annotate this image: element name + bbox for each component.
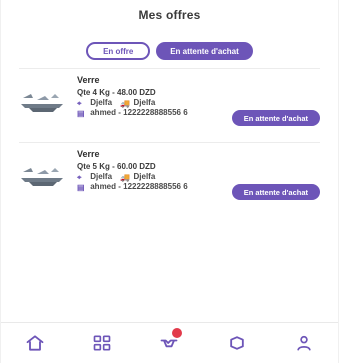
mobile-screen: Mes offres En offre En attente d'achat V… <box>0 0 339 363</box>
nav-home[interactable] <box>20 328 50 358</box>
product-thumbnail <box>19 90 65 114</box>
location-to: Djelfa <box>133 172 156 181</box>
profile-icon <box>297 335 311 351</box>
order-title: Verre <box>77 149 100 159</box>
order-qty-price: Qte 4 Kg - 48.00 DZD <box>77 88 156 97</box>
home-icon <box>26 335 44 351</box>
delivery-truck-icon: 🚚 <box>120 173 131 182</box>
order-card[interactable]: Verre Qte 5 Kg - 60.00 DZD ⌖ Djelfa 🚚 Dj… <box>19 143 320 200</box>
product-thumbnail <box>19 164 65 188</box>
contact-text: ahmed - 1222228888556 6 <box>90 182 188 191</box>
order-status-button[interactable]: En attente d'achat <box>231 110 320 126</box>
order-qty-price: Qte 5 Kg - 60.00 DZD <box>77 162 156 171</box>
order-card[interactable]: Verre Qte 4 Kg - 48.00 DZD ⌖ Djelfa 🚚 Dj… <box>19 69 320 126</box>
bottom-navigation <box>1 322 338 363</box>
tab-en-attente-d-achat[interactable]: En attente d'achat <box>156 42 253 60</box>
location-to: Djelfa <box>133 98 156 107</box>
location-from: Djelfa <box>90 98 113 107</box>
delivery-truck-icon: 🚚 <box>120 99 131 108</box>
contact-text: ahmed - 1222228888556 6 <box>90 108 188 117</box>
tag-icon <box>230 336 244 350</box>
contact-card-icon: ▤ <box>77 109 85 118</box>
location-icon: ⌖ <box>77 173 82 182</box>
contact-card-icon: ▤ <box>77 183 85 192</box>
glass-image-icon <box>19 90 65 114</box>
location-from: Djelfa <box>90 172 113 181</box>
offer-status-segment: En offre En attente d'achat <box>1 34 338 68</box>
page-title: Mes offres <box>138 8 201 22</box>
nav-catalog[interactable] <box>87 328 117 358</box>
location-icon: ⌖ <box>77 99 82 108</box>
order-locations: ⌖ Djelfa 🚚 Djelfa <box>77 172 320 182</box>
nav-deals[interactable] <box>222 328 252 358</box>
glass-image-icon <box>19 164 65 188</box>
nav-offers[interactable] <box>154 328 184 358</box>
nav-profile[interactable] <box>289 328 319 358</box>
grid-icon <box>93 335 111 351</box>
order-status-button[interactable]: En attente d'achat <box>231 184 320 200</box>
order-locations: ⌖ Djelfa 🚚 Djelfa <box>77 98 320 108</box>
tab-en-offre[interactable]: En offre <box>86 42 151 60</box>
notification-badge <box>172 328 183 338</box>
order-title: Verre <box>77 75 100 85</box>
